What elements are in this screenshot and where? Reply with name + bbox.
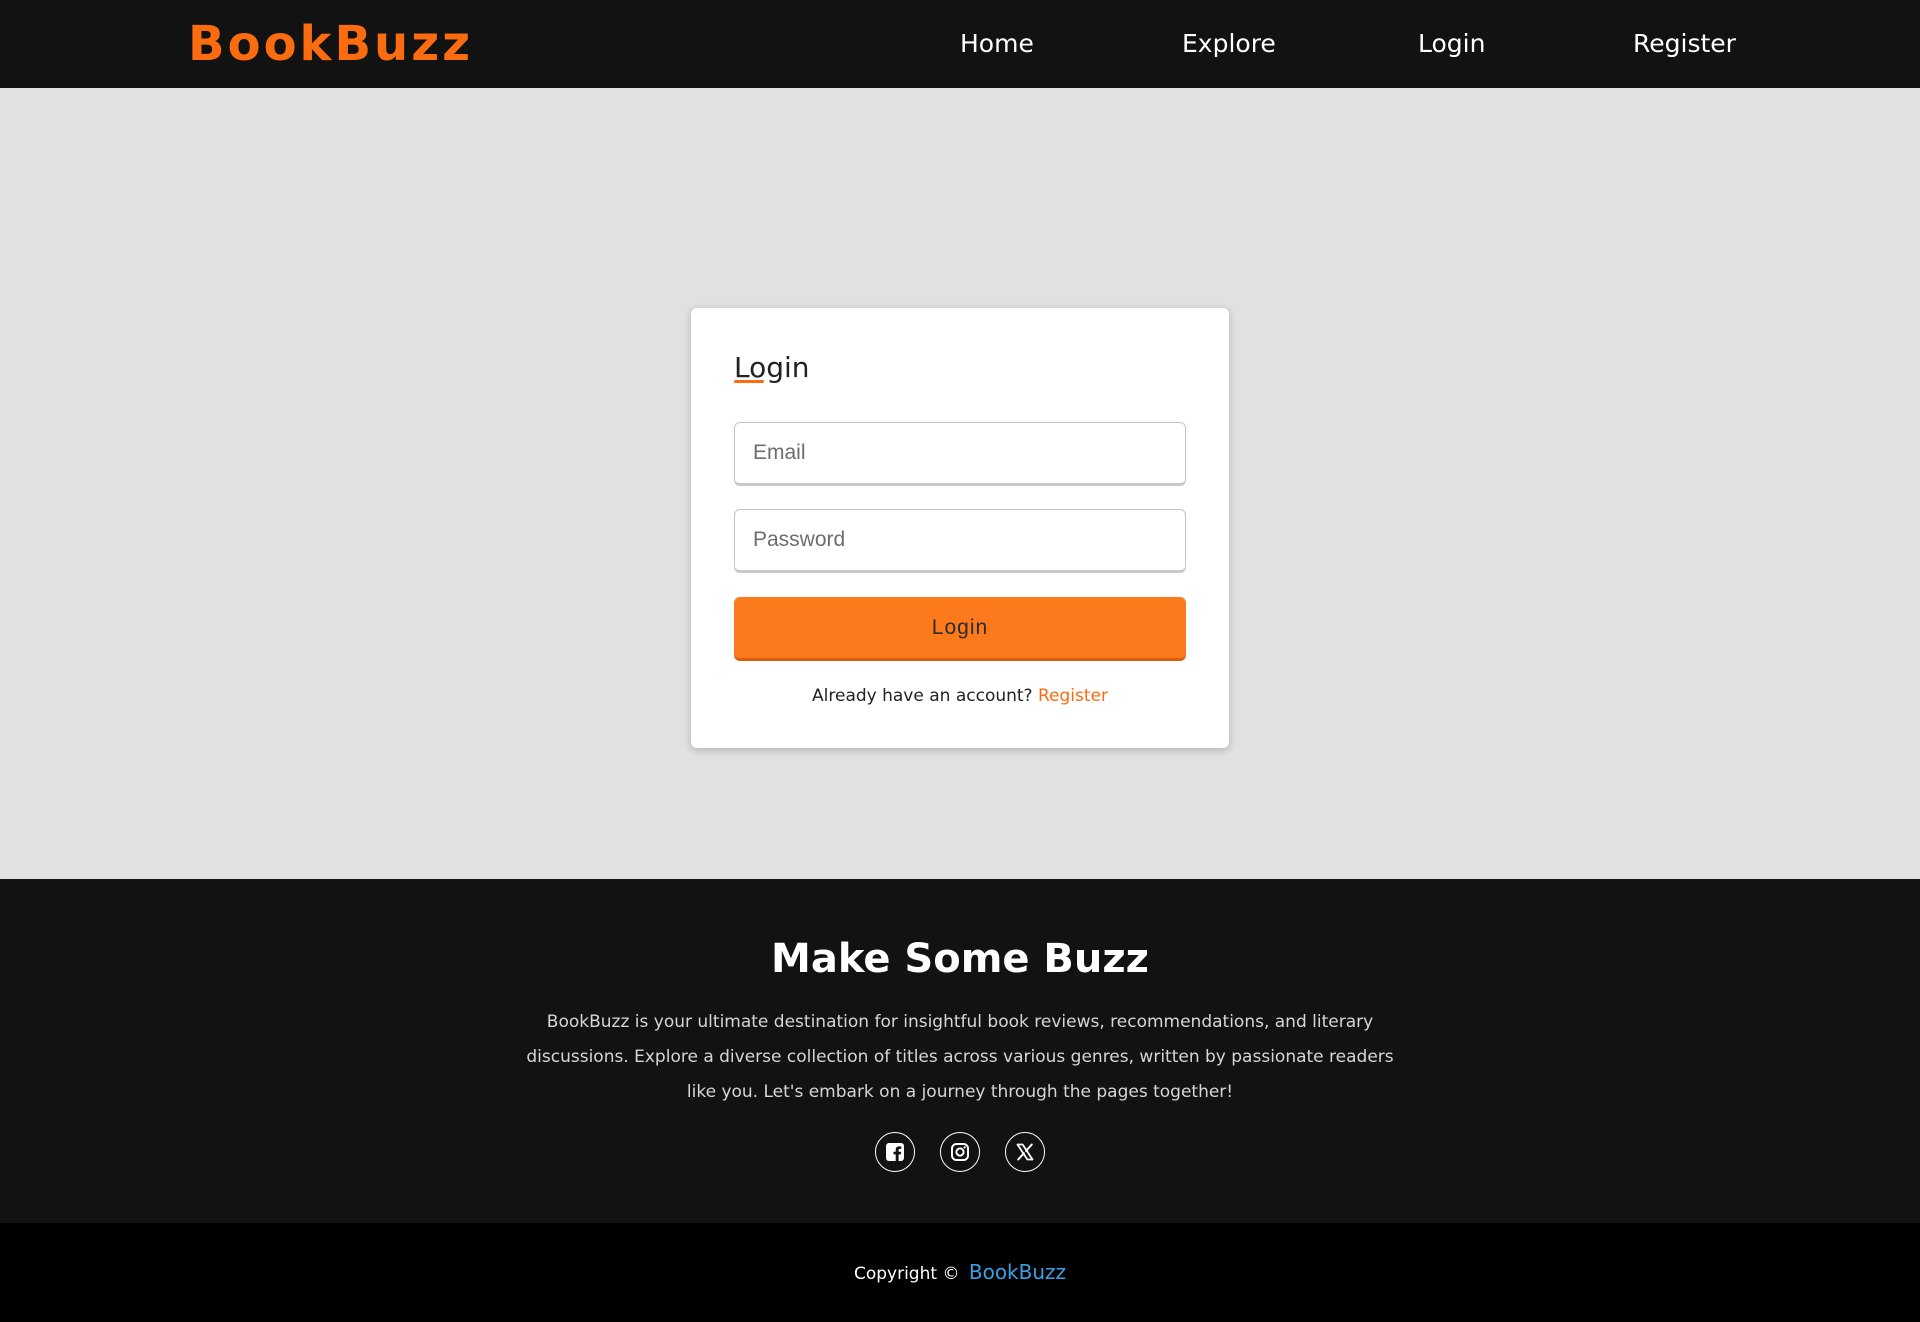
- password-input[interactable]: [734, 509, 1186, 573]
- register-link[interactable]: Register: [1038, 686, 1108, 706]
- email-input[interactable]: [734, 422, 1186, 486]
- copyright-brand-link[interactable]: BookBuzz: [969, 1260, 1066, 1284]
- register-prompt: Already have an account? Register: [691, 684, 1229, 708]
- x-twitter-link[interactable]: [1005, 1132, 1045, 1172]
- facebook-link[interactable]: [875, 1132, 915, 1172]
- login-button[interactable]: Login: [734, 597, 1186, 661]
- copyright-text: Copyright © BookBuzz: [0, 1259, 1920, 1287]
- nav-link-home[interactable]: Home: [960, 28, 1034, 60]
- footer-title: Make Some Buzz: [771, 936, 1149, 982]
- nav-link-explore[interactable]: Explore: [1182, 28, 1276, 60]
- nav-link-register[interactable]: Register: [1633, 28, 1736, 60]
- nav-link-login[interactable]: Login: [1418, 28, 1485, 60]
- facebook-icon: [886, 1143, 904, 1161]
- copyright-bar: Copyright © BookBuzz: [0, 1223, 1920, 1322]
- brand-logo[interactable]: BookBuzz: [188, 14, 473, 74]
- main-content: Login Login Already have an account? Reg…: [0, 88, 1920, 879]
- instagram-link[interactable]: [940, 1132, 980, 1172]
- x-twitter-icon: [1016, 1143, 1034, 1161]
- login-card: Login Login Already have an account? Reg…: [691, 308, 1229, 748]
- instagram-icon: [951, 1143, 969, 1161]
- footer-description: BookBuzz is your ultimate destination fo…: [526, 1012, 1394, 1102]
- copyright-prefix: Copyright ©: [853, 1264, 960, 1284]
- navbar: BookBuzz Home Explore Login Register: [0, 0, 1920, 88]
- footer: Make Some Buzz BookBuzz is your ultimate…: [0, 879, 1920, 1223]
- title-underline: [734, 380, 764, 383]
- social-links: [0, 1132, 1920, 1172]
- register-prompt-text: Already have an account?: [812, 686, 1033, 706]
